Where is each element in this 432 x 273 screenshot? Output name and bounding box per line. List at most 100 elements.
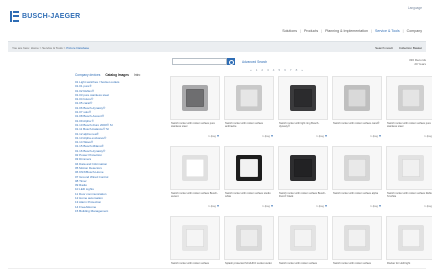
switch-frame: [236, 155, 262, 181]
product-footer: 1 Jpeg♥: [316, 134, 327, 138]
add-to-basket-icon[interactable]: ♥: [271, 134, 273, 138]
switch-rocker: [186, 89, 204, 107]
switch-rocker: [240, 159, 258, 177]
product-image[interactable]: [278, 146, 328, 190]
switch-rocker: [348, 89, 366, 107]
product-card[interactable]: Switch rocker with rocker surface1 Jpeg♥: [332, 216, 382, 273]
product-footer: 1 Jpeg♥: [370, 204, 381, 208]
product-image[interactable]: [170, 216, 220, 260]
product-image[interactable]: [224, 216, 274, 260]
product-footer: 1 Jpeg♥: [208, 134, 219, 138]
product-image[interactable]: [332, 76, 382, 120]
product-card[interactable]: Switch rocker with rocker surface carat®…: [332, 76, 382, 140]
collection-basket-link[interactable]: Collection Basket: [399, 46, 422, 50]
tab-intro[interactable]: Intro: [134, 73, 140, 77]
switch-rocker: [402, 229, 420, 247]
add-to-basket-icon[interactable]: ♥: [325, 134, 327, 138]
brand-mark-icon: [10, 10, 19, 22]
switch-rocker: [294, 89, 312, 107]
product-card[interactable]: Splash protected SCHUKO socket outlet1 J…: [224, 216, 274, 273]
product-description: Switch rocker with rocker surface: [171, 262, 210, 265]
nav-service-tools[interactable]: Service & Tools: [375, 29, 400, 33]
file-count: 1 Jpeg: [316, 204, 324, 208]
tab-catalog-images[interactable]: Catalog Images: [105, 73, 129, 77]
language-link[interactable]: Language: [408, 6, 422, 10]
product-card[interactable]: Switch rocker with rocker surface pure s…: [170, 76, 220, 140]
add-to-basket-icon[interactable]: ♥: [271, 204, 273, 208]
switch-rocker: [294, 159, 312, 177]
nav-company[interactable]: Company: [407, 29, 422, 33]
search-icon[interactable]: [227, 58, 235, 65]
search-result-link[interactable]: Search result: [375, 46, 393, 50]
switch-frame: [290, 85, 316, 111]
product-image[interactable]: [224, 146, 274, 190]
product-description: Switch rocker with rocker surface: [333, 262, 372, 265]
file-count: 1 Jpeg: [370, 204, 378, 208]
product-footer: 1 Jpeg♥: [262, 134, 273, 138]
product-image[interactable]: [278, 76, 328, 120]
add-to-basket-icon[interactable]: ♥: [217, 204, 219, 208]
product-description: Switch rocker with rocker surface anthra…: [225, 122, 264, 129]
product-image[interactable]: [386, 146, 432, 190]
product-card[interactable]: Switch rocker with rocker surface1 Jpeg♥: [278, 216, 328, 273]
product-image[interactable]: [170, 146, 220, 190]
switch-rocker: [186, 159, 204, 177]
product-image[interactable]: [386, 216, 432, 260]
switch-frame: [182, 155, 208, 181]
product-card[interactable]: Switch rocker with rocker surface alpha 1…: [332, 146, 382, 210]
product-card[interactable]: Switch rocker with rocker surface Reflex…: [386, 146, 432, 210]
add-to-basket-icon[interactable]: ♥: [325, 204, 327, 208]
product-card[interactable]: Rocker for LED light1 Jpeg♥: [386, 216, 432, 273]
product-image[interactable]: [386, 76, 432, 120]
switch-frame: [236, 225, 262, 251]
product-description: Switch rocker with rocker surface Busch-…: [171, 192, 218, 199]
add-to-basket-icon[interactable]: ♥: [217, 134, 219, 138]
breadcrumb-current[interactable]: Picture Database: [66, 46, 89, 50]
brand-logo[interactable]: BUSCH-JAEGER: [10, 9, 80, 23]
product-description: Rocker for LED light: [387, 262, 411, 265]
add-to-basket-icon[interactable]: ♥: [379, 204, 381, 208]
nav-separator: |: [300, 29, 301, 33]
nav-solutions[interactable]: Solutions: [282, 29, 297, 33]
add-to-basket-icon[interactable]: ♥: [379, 134, 381, 138]
switch-frame: [344, 225, 370, 251]
product-image[interactable]: [278, 216, 328, 260]
toolbar: Search result Collection Basket: [375, 46, 422, 50]
search-input[interactable]: [172, 58, 227, 65]
product-image[interactable]: [170, 76, 220, 120]
pagination[interactable]: « 1 2 3 4 5 6 7 8 »: [250, 68, 305, 72]
product-card[interactable]: Switch rocker with rocker surface pure s…: [386, 76, 432, 140]
product-card[interactable]: Switch rocker with rocker surface anthra…: [224, 76, 274, 140]
breadcrumb-path[interactable]: You are here: Home > Service & Tools >: [12, 46, 66, 50]
switch-frame: [344, 155, 370, 181]
product-card[interactable]: Switch rocker with light ring Busch-dyna…: [278, 76, 328, 140]
results-count: 336 Records 20 Years: [386, 58, 426, 66]
results-years: 20 Years: [414, 62, 426, 67]
nav-planning[interactable]: Planning & Implementation: [325, 29, 368, 33]
switch-frame: [290, 225, 316, 251]
product-description: Switch rocker with rocker surface: [279, 262, 318, 265]
product-grid: Switch rocker with rocker surface pure s…: [170, 76, 432, 273]
file-count: 1 Jpeg: [262, 204, 270, 208]
product-card[interactable]: Switch rocker with rocker surface Busch-…: [278, 146, 328, 210]
tab-company-devices[interactable]: Company devices: [75, 73, 100, 77]
product-image[interactable]: [332, 146, 382, 190]
product-card[interactable]: Switch rocker with rocker surface studio…: [224, 146, 274, 210]
breadcrumb-bar: You are here: Home > Service & Tools > P…: [8, 41, 426, 52]
file-count: 1 Jpeg: [262, 134, 270, 138]
nav-products[interactable]: Products: [304, 29, 318, 33]
product-description: Switch rocker with rocker surface pure s…: [171, 122, 215, 129]
switch-frame: [398, 225, 424, 251]
product-description: Switch rocker with rocker surface Reflex…: [387, 192, 432, 199]
file-count: 1 Jpeg: [316, 134, 324, 138]
advanced-search-link[interactable]: Advanced Search: [242, 60, 267, 64]
product-description: Switch rocker with rocker surface Busch-…: [279, 192, 326, 199]
product-footer: 1 Jpeg♥: [208, 204, 219, 208]
product-image[interactable]: [332, 216, 382, 260]
switch-rocker: [402, 89, 420, 107]
product-card[interactable]: Switch rocker with rocker surface1 Jpeg♥: [170, 216, 220, 273]
product-card[interactable]: Switch rocker with rocker surface Busch-…: [170, 146, 220, 210]
sidebar-item[interactable]: 15 Building Management: [75, 209, 165, 213]
switch-rocker: [240, 229, 258, 247]
product-image[interactable]: [224, 76, 274, 120]
